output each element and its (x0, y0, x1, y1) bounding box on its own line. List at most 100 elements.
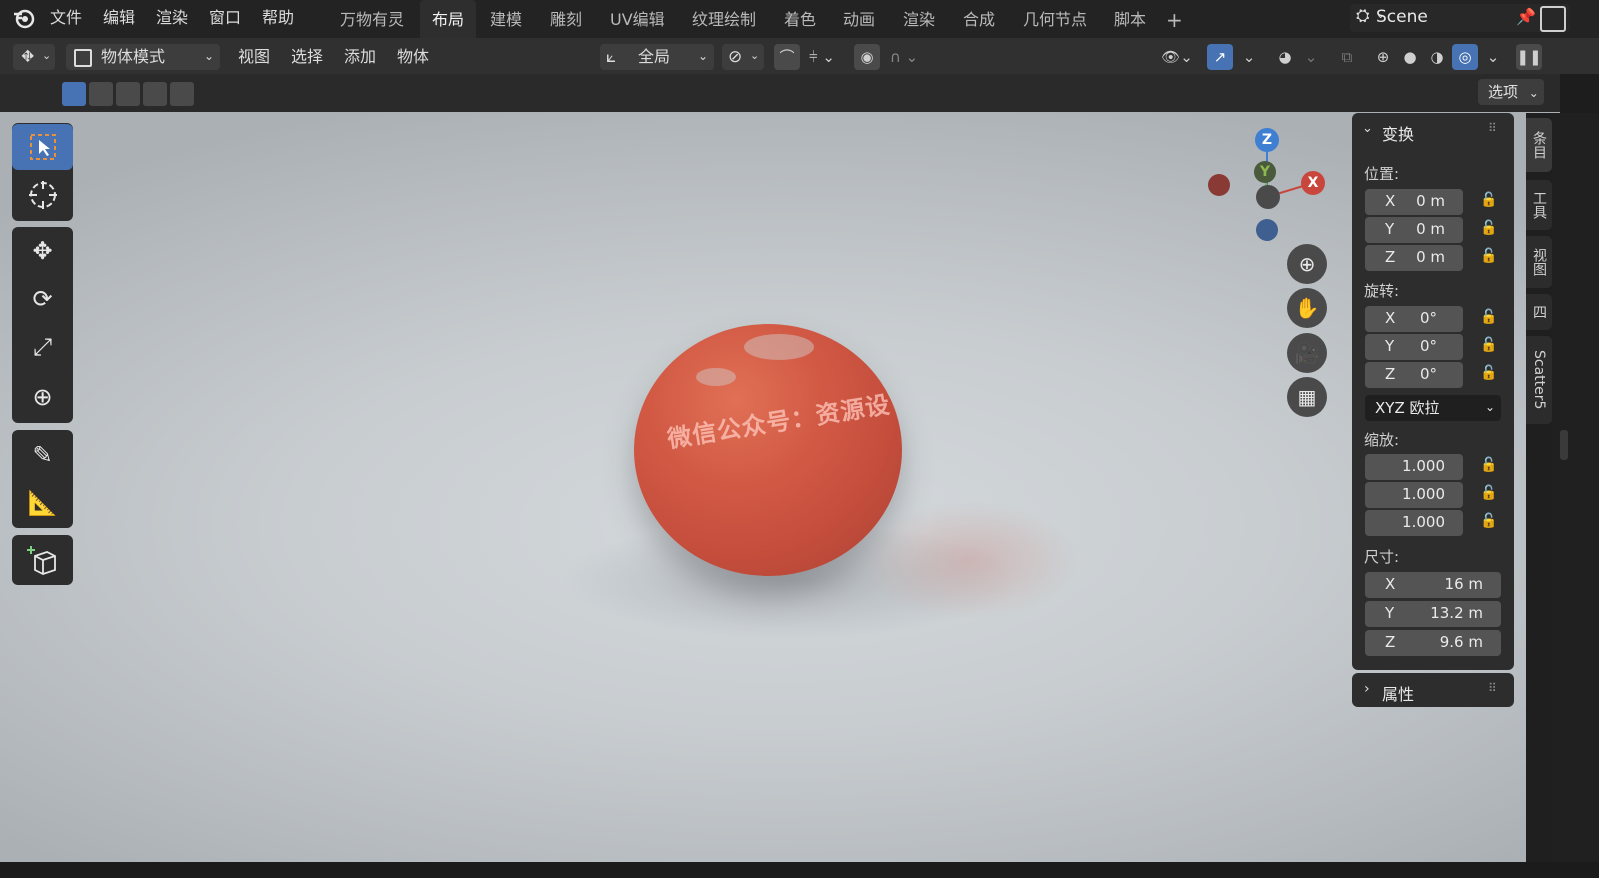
scale-tool[interactable]: ⤢ (12, 324, 73, 370)
menu-window[interactable]: 窗口 (209, 0, 241, 36)
options-button[interactable]: 选项 ⌄ (1478, 79, 1544, 105)
pause-render-icon[interactable]: ❚❚ (1516, 44, 1542, 70)
wireframe-shading-icon[interactable]: ⊕ (1370, 44, 1396, 70)
select-new-icon[interactable] (62, 82, 86, 106)
xray-icon[interactable]: ⧉ (1334, 44, 1360, 70)
snap-target-icon[interactable]: ⫩ ⌄ (800, 44, 844, 70)
mode-selector[interactable]: 物体模式 ⌄ (66, 44, 220, 70)
proportional-edit-icon[interactable]: ◉ (854, 44, 880, 70)
menu-object[interactable]: 物体 (397, 44, 429, 70)
move-tool[interactable]: ✥ (12, 228, 73, 274)
cursor-tool[interactable] (12, 172, 73, 218)
dimensions-y-field[interactable]: Y 13.2 m (1365, 601, 1501, 627)
menu-select[interactable]: 选择 (291, 44, 323, 70)
lock-icon[interactable]: 🔓 (1480, 309, 1500, 329)
tab-scripting[interactable]: 脚本 (1114, 0, 1146, 40)
menu-render[interactable]: 渲染 (156, 0, 188, 36)
chevron-down-icon[interactable]: ⌄ (1480, 44, 1506, 70)
scale-y-field[interactable]: 1.000 (1365, 482, 1463, 508)
select-subtract-icon[interactable] (116, 82, 140, 106)
gizmo-neg-z-axis[interactable] (1256, 219, 1278, 241)
tab-modeling[interactable]: 建模 (490, 0, 522, 40)
lock-icon[interactable]: 🔓 (1480, 365, 1500, 385)
menu-help[interactable]: 帮助 (262, 0, 294, 36)
dimensions-x-field[interactable]: X 16 m (1365, 572, 1501, 598)
tab-uv-editing[interactable]: UV编辑 (610, 0, 665, 40)
gizmo-y-axis[interactable]: Y (1254, 161, 1276, 183)
select-invert-icon[interactable] (143, 82, 167, 106)
lock-icon[interactable]: 🔓 (1480, 457, 1500, 477)
pan-hand-icon[interactable]: ✋ (1287, 288, 1327, 328)
gizmo-x-axis[interactable]: X (1301, 171, 1325, 195)
zoom-icon[interactable]: ⊕ (1287, 244, 1327, 284)
camera-view-icon[interactable]: 🎥 (1287, 333, 1327, 373)
gizmo-neg-x-axis[interactable] (1208, 174, 1230, 196)
scale-z-field[interactable]: 1.000 (1365, 510, 1463, 536)
rotation-x-field[interactable]: X 0° (1365, 306, 1463, 332)
gizmo-z-axis[interactable]: Z (1255, 128, 1279, 152)
rendered-shading-icon[interactable]: ◎ (1452, 44, 1478, 70)
chevron-right-icon[interactable]: › (1364, 681, 1370, 697)
location-z-field[interactable]: Z 0 m (1365, 245, 1463, 271)
sidebar-tab-scatter5[interactable]: Scatter5 (1526, 336, 1552, 424)
rotation-z-field[interactable]: Z 0° (1365, 362, 1463, 388)
location-y-field[interactable]: Y 0 m (1365, 217, 1463, 243)
add-workspace-button[interactable]: + (1166, 0, 1183, 40)
lock-icon[interactable]: 🔓 (1480, 513, 1500, 533)
lock-icon[interactable]: 🔓 (1480, 192, 1500, 212)
gizmo-neg-y-axis[interactable] (1256, 185, 1280, 209)
menu-add[interactable]: 添加 (344, 44, 376, 70)
scale-x-field[interactable]: 1.000 (1365, 454, 1463, 480)
tab-layout[interactable]: 布局 (420, 0, 477, 40)
tab-compositing[interactable]: 合成 (963, 0, 995, 40)
annotate-tool[interactable]: ✎ (12, 432, 73, 478)
tab-animation[interactable]: 动画 (843, 0, 875, 40)
scrollbar[interactable] (1560, 430, 1568, 460)
blender-logo-icon[interactable] (12, 6, 36, 30)
rotation-mode-dropdown[interactable]: XYZ 欧拉 ⌄ (1365, 395, 1501, 421)
select-extend-icon[interactable] (89, 82, 113, 106)
tab-geometry-nodes[interactable]: 几何节点 (1023, 0, 1087, 40)
snap-toggle-icon[interactable]: ⌒ (774, 44, 800, 70)
material-shading-icon[interactable]: ◑ (1424, 44, 1450, 70)
sidebar-tab-tool[interactable]: 工具 (1526, 180, 1552, 230)
menu-file[interactable]: 文件 (50, 0, 82, 36)
new-scene-icon[interactable] (1540, 6, 1566, 32)
location-x-field[interactable]: X 0 m (1365, 189, 1463, 215)
select-intersect-icon[interactable] (170, 82, 194, 106)
measure-tool[interactable]: 📐 (12, 480, 73, 526)
properties-panel-title[interactable]: 属性 (1382, 681, 1414, 705)
dimensions-z-field[interactable]: Z 9.6 m (1365, 630, 1501, 656)
transform-tool[interactable]: ⊕ (12, 374, 73, 420)
chevron-down-icon[interactable]: ⌄ (1298, 44, 1324, 70)
sidebar-tab-view[interactable]: 视图 (1526, 236, 1552, 288)
menu-view[interactable]: 视图 (238, 44, 270, 70)
lock-icon[interactable]: 🔓 (1480, 248, 1500, 268)
solid-shading-icon[interactable]: ● (1397, 44, 1423, 70)
transform-orientation-selector[interactable]: ⟀ 全局 ⌄ (600, 44, 714, 70)
visibility-icon[interactable]: 👁⌄ (1155, 44, 1199, 70)
add-cube-tool[interactable] (12, 537, 73, 583)
tab-rendering[interactable]: 渲染 (903, 0, 935, 40)
scene-selector[interactable]: ⛭ ⌄ Scene 📌 (1350, 4, 1570, 32)
lock-icon[interactable]: 🔓 (1480, 220, 1500, 240)
lock-icon[interactable]: 🔓 (1480, 485, 1500, 505)
tab-texture-paint[interactable]: 纹理绘制 (692, 0, 756, 40)
sidebar-tab-item[interactable]: 条目 (1526, 118, 1552, 172)
overlays-icon[interactable]: ◕ (1272, 44, 1298, 70)
lock-icon[interactable]: 🔓 (1480, 337, 1500, 357)
drag-handle-icon[interactable]: ⠿ (1488, 681, 1497, 695)
tab-shading[interactable]: 着色 (784, 0, 816, 40)
rotate-tool[interactable]: ⟳ (12, 276, 73, 322)
chevron-down-icon[interactable]: ⌄ (1236, 44, 1262, 70)
pivot-point-selector[interactable]: ⊘ ⌄ (722, 44, 764, 70)
tab-sculpting[interactable]: 雕刻 (550, 0, 582, 40)
sidebar-tab-four[interactable]: 四 (1526, 294, 1552, 330)
falloff-icon[interactable]: ∩ ⌄ (884, 44, 924, 70)
editor-type-button[interactable]: ⛖ ⌄ (13, 44, 55, 70)
chevron-down-icon[interactable]: ⌄ (1362, 121, 1373, 136)
pin-icon[interactable]: 📌 (1516, 7, 1536, 26)
rotation-y-field[interactable]: Y 0° (1365, 334, 1463, 360)
select-box-tool[interactable] (12, 124, 73, 170)
tab-workspace-wanwu[interactable]: 万物有灵 (340, 0, 404, 40)
